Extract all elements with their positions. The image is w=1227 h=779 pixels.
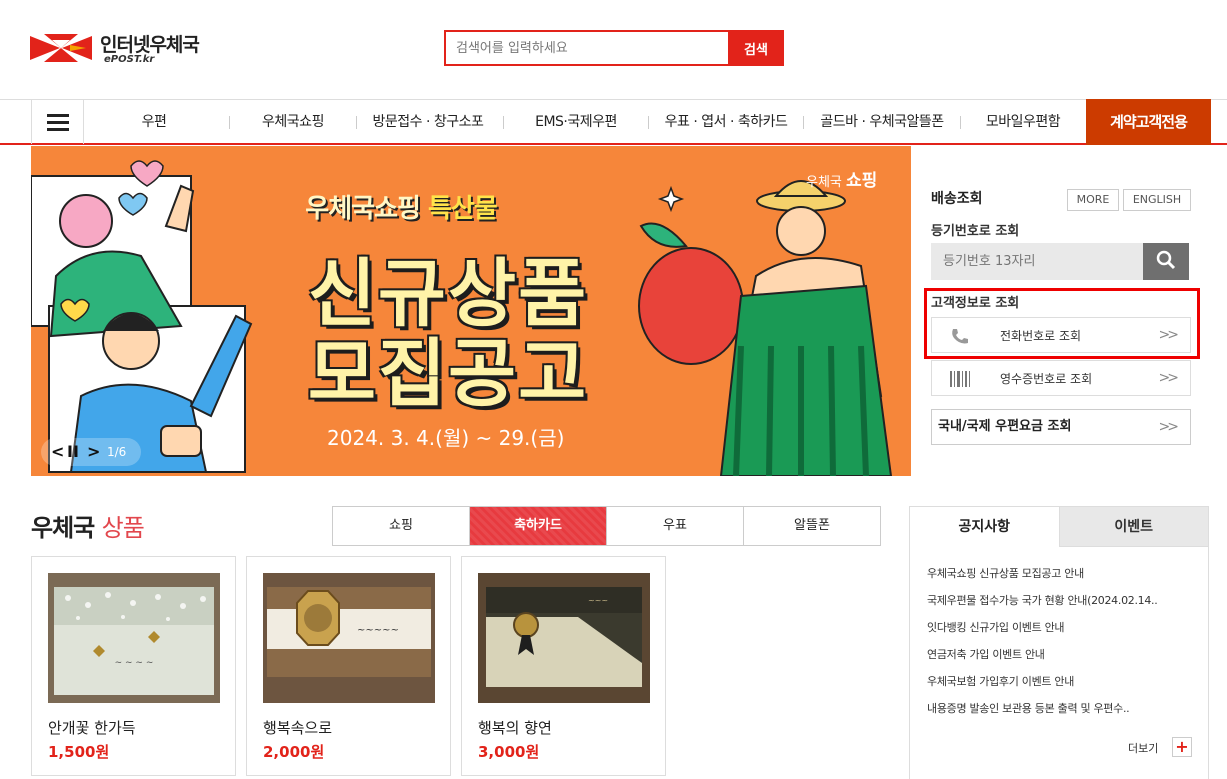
nav-divider bbox=[356, 116, 357, 129]
tracking-title: 배송조회 bbox=[931, 191, 983, 207]
highlight-box bbox=[924, 288, 1200, 359]
banner-headline-2: 모집공고 bbox=[307, 331, 589, 417]
list-item[interactable]: 연금저축 가입 이벤트 안내 bbox=[927, 646, 1199, 673]
nav-item-mobile-mailbox[interactable]: 모바일우편함 bbox=[964, 100, 1082, 144]
product-price: 2,000원 bbox=[263, 743, 325, 761]
brand-name: 인터넷우체국 bbox=[100, 34, 200, 56]
tab-mvno[interactable]: 알뜰폰 bbox=[744, 507, 880, 545]
nav-divider bbox=[503, 116, 504, 129]
nav-item-goldbar-mvno[interactable]: 골드바 · 우체국알뜰폰 bbox=[806, 100, 958, 144]
banner-brand: 우체국 쇼핑 bbox=[806, 171, 878, 191]
epost-logo[interactable]: 인터넷우체국 ePOST.kr bbox=[30, 28, 220, 68]
list-item[interactable]: 우체국보험 가입후기 이벤트 안내 bbox=[927, 673, 1199, 700]
receipt-query-label: 영수증번호로 조회 bbox=[1000, 372, 1093, 386]
nav-item-stamps-cards[interactable]: 우표 · 엽서 · 축하카드 bbox=[652, 100, 800, 144]
reg-number-label: 등기번호로 조회 bbox=[931, 224, 1020, 239]
notice-tabs: 공지사항 이벤트 bbox=[910, 507, 1208, 547]
product-image: ~~~~~ bbox=[263, 573, 435, 703]
brand-sub: ePOST.kr bbox=[104, 54, 155, 65]
search-input[interactable] bbox=[444, 30, 728, 66]
product-card[interactable]: ~ ~ ~ ~ 안개꽃 한가득 1,500원 bbox=[31, 556, 236, 776]
nav-divider bbox=[960, 116, 961, 129]
svg-text:~~~: ~~~ bbox=[588, 596, 608, 605]
product-image: ~ ~ ~ ~ bbox=[48, 573, 220, 703]
site-header: 인터넷우체국 ePOST.kr 검색 bbox=[0, 0, 1227, 100]
list-item[interactable]: 국제우편물 접수가능 국가 현황 안내(2024.02.14.. bbox=[927, 592, 1199, 619]
nav-divider bbox=[229, 116, 230, 129]
notice-more-link[interactable]: 더보기 bbox=[1128, 740, 1158, 756]
nav-item-mail[interactable]: 우편 bbox=[84, 100, 224, 144]
main-banner[interactable]: 우체국 쇼핑 우체국쇼핑 특산물 신규상품 모집공고 2024. 3. 4.(월… bbox=[31, 146, 911, 476]
tracking-english-button[interactable]: ENGLISH bbox=[1123, 189, 1191, 211]
list-item[interactable]: 내용증명 발송인 보관용 등본 출력 및 우편수.. bbox=[927, 700, 1199, 727]
tab-stamps[interactable]: 우표 bbox=[607, 507, 744, 545]
plus-icon[interactable]: + bbox=[1172, 737, 1192, 757]
product-name: 안개꽃 한가득 bbox=[48, 719, 136, 737]
chevron-right-icon: >> bbox=[1158, 370, 1180, 386]
banner-next-icon[interactable]: > bbox=[87, 438, 100, 466]
nav-item-shopping[interactable]: 우체국쇼핑 bbox=[232, 100, 354, 144]
product-name: 행복속으로 bbox=[263, 719, 333, 737]
receipt-query-button[interactable]: 영수증번호로 조회 >> bbox=[931, 360, 1191, 396]
chevron-right-icon: >> bbox=[1158, 419, 1180, 435]
tab-shopping[interactable]: 쇼핑 bbox=[333, 507, 470, 545]
nav-item-visit-pickup[interactable]: 방문접수 · 창구소포 bbox=[358, 100, 498, 144]
list-item[interactable]: 우체국쇼핑 신규상품 모집공고 안내 bbox=[927, 565, 1199, 592]
banner-date: 2024. 3. 4.(월) ~ 29.(금) bbox=[327, 426, 565, 450]
product-price: 3,000원 bbox=[478, 743, 540, 761]
search-bar: 검색 bbox=[444, 30, 784, 66]
nav-divider bbox=[648, 116, 649, 129]
product-price: 1,500원 bbox=[48, 743, 110, 761]
banner-subtitle: 우체국쇼핑 특산물 bbox=[305, 194, 497, 224]
product-image: ~~~ bbox=[478, 573, 650, 703]
tracking-more-button[interactable]: MORE bbox=[1067, 189, 1119, 211]
hamburger-menu-icon[interactable] bbox=[31, 100, 84, 144]
product-name: 행복의 향연 bbox=[478, 719, 552, 737]
svg-text:~~~~~: ~~~~~ bbox=[357, 625, 399, 636]
search-icon bbox=[1156, 250, 1176, 270]
reg-search-button[interactable] bbox=[1143, 243, 1189, 280]
banner-counter: 1/6 bbox=[107, 445, 127, 459]
main-nav: 우편 우체국쇼핑 방문접수 · 창구소포 EMS·국제우편 우표 · 엽서 · … bbox=[0, 99, 1227, 145]
notice-panel: 공지사항 이벤트 우체국쇼핑 신규상품 모집공고 안내 국제우편물 접수가능 국… bbox=[909, 506, 1209, 779]
product-card[interactable]: ~~~~~ 행복속으로 2,000원 bbox=[246, 556, 451, 776]
tab-event[interactable]: 이벤트 bbox=[1058, 507, 1208, 547]
barcode-icon bbox=[950, 371, 970, 387]
notice-list: 우체국쇼핑 신규상품 모집공고 안내 국제우편물 접수가능 국가 현황 안내(2… bbox=[927, 565, 1199, 727]
banner-controls: < II > 1/6 bbox=[41, 438, 141, 466]
postal-fee-query-button[interactable]: 국내/국제 우편요금 조회 >> bbox=[931, 409, 1191, 445]
nav-divider bbox=[803, 116, 804, 129]
epost-logo-mark bbox=[30, 34, 92, 62]
nav-item-ems[interactable]: EMS·국제우편 bbox=[506, 100, 646, 144]
banner-pause-icon[interactable]: II bbox=[67, 438, 79, 466]
postal-fee-query-label: 국내/국제 우편요금 조회 bbox=[938, 419, 1072, 434]
product-tabs: 쇼핑 축하카드 우표 알뜰폰 bbox=[332, 506, 881, 546]
product-card[interactable]: ~~~ 행복의 향연 3,000원 bbox=[461, 556, 666, 776]
svg-text:~ ~ ~ ~: ~ ~ ~ ~ bbox=[115, 658, 154, 668]
search-button[interactable]: 검색 bbox=[728, 30, 784, 66]
products-title: 우체국 상품 bbox=[31, 514, 145, 542]
reg-number-input[interactable] bbox=[931, 243, 1143, 280]
contract-customer-button[interactable]: 계약고객전용 bbox=[1086, 99, 1211, 145]
banner-prev-icon[interactable]: < bbox=[51, 438, 64, 466]
list-item[interactable]: 잇다뱅킹 신규가입 이벤트 안내 bbox=[927, 619, 1199, 646]
tab-greeting-cards[interactable]: 축하카드 bbox=[470, 507, 607, 545]
tab-notice[interactable]: 공지사항 bbox=[910, 507, 1059, 547]
